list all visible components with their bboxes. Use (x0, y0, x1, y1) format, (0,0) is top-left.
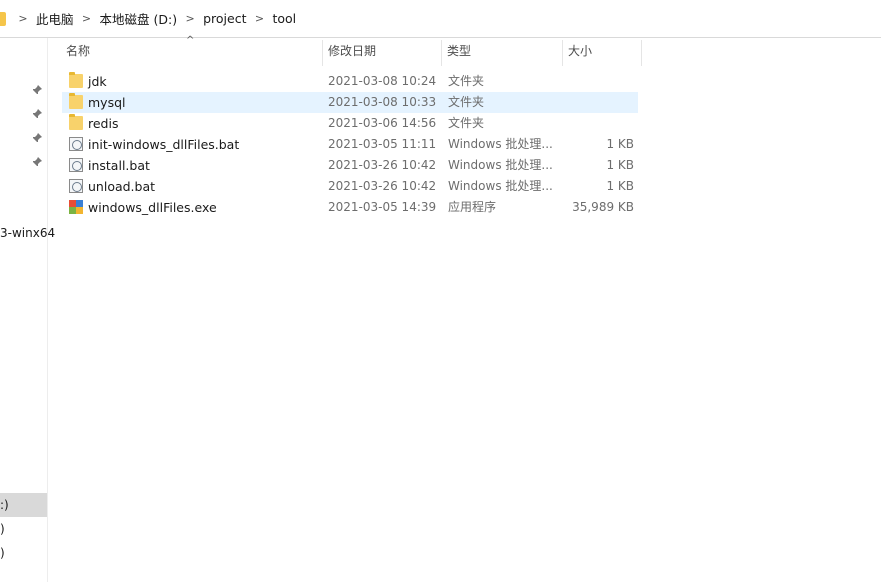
batch-file-icon (69, 179, 83, 193)
file-size: 1 KB (606, 179, 634, 193)
file-name: install.bat (88, 158, 150, 173)
file-list: jdk 2021-03-08 10:24 文件夹 mysql 2021-03-0… (62, 71, 642, 218)
chevron-right-icon[interactable]: > (185, 12, 195, 25)
file-name: jdk (88, 74, 107, 89)
file-row[interactable]: unload.bat 2021-03-26 10:42 Windows 批处理.… (62, 176, 638, 197)
folder-icon (69, 114, 83, 130)
column-header-date[interactable]: 修改日期 (323, 38, 441, 65)
nav-item-drive[interactable]: ) (0, 546, 5, 560)
nav-item-winx64[interactable]: 3-winx64 (0, 226, 55, 240)
breadcrumb-this-pc[interactable]: 此电脑 (33, 7, 77, 30)
batch-file-icon (69, 137, 83, 151)
file-date: 2021-03-06 14:56 (328, 116, 437, 130)
chevron-right-icon[interactable]: > (82, 12, 92, 25)
file-row[interactable]: windows_dllFiles.exe 2021-03-05 14:39 应用… (62, 197, 638, 218)
breadcrumb-local-disk[interactable]: 本地磁盘 (D:) (97, 7, 181, 30)
breadcrumb-project[interactable]: project (200, 9, 249, 28)
file-size: 35,989 KB (572, 200, 634, 214)
file-date: 2021-03-26 10:42 (328, 158, 437, 172)
folder-icon (0, 11, 6, 26)
pin-icon[interactable] (31, 108, 43, 120)
folder-icon (69, 72, 83, 88)
chevron-right-icon[interactable]: > (254, 12, 264, 25)
breadcrumb-tool[interactable]: tool (269, 9, 299, 28)
file-type: 文件夹 (448, 116, 485, 130)
file-type: 应用程序 (448, 200, 497, 214)
file-type: Windows 批处理... (448, 179, 553, 193)
exe-file-icon (69, 200, 83, 214)
address-bar[interactable]: > 此电脑 > 本地磁盘 (D:) > project > tool (0, 0, 881, 38)
column-headers: ^ 名称 修改日期 类型 大小 (49, 35, 649, 66)
column-divider[interactable] (641, 40, 642, 66)
file-size: 1 KB (606, 158, 634, 172)
file-name: windows_dllFiles.exe (88, 200, 217, 215)
file-name: init-windows_dllFiles.bat (88, 137, 240, 152)
file-size: 1 KB (606, 137, 634, 151)
file-row[interactable]: init-windows_dllFiles.bat 2021-03-05 11:… (62, 134, 638, 155)
file-type: Windows 批处理... (448, 137, 553, 151)
file-type: 文件夹 (448, 74, 485, 88)
column-header-name[interactable]: 名称 (61, 38, 321, 65)
file-name: mysql (88, 95, 126, 110)
batch-file-icon (69, 158, 83, 172)
file-type: Windows 批处理... (448, 158, 553, 172)
nav-item-drive[interactable]: ) (0, 522, 5, 536)
file-row[interactable]: install.bat 2021-03-26 10:42 Windows 批处理… (62, 155, 638, 176)
file-type: 文件夹 (448, 95, 485, 109)
column-header-size[interactable]: 大小 (563, 38, 641, 65)
file-name: redis (88, 116, 119, 131)
navigation-pane[interactable]: 3-winx64 :) ) ) (0, 38, 55, 582)
chevron-right-icon[interactable]: > (18, 12, 28, 25)
file-date: 2021-03-08 10:33 (328, 95, 437, 109)
pin-icon[interactable] (31, 132, 43, 144)
file-row[interactable]: redis 2021-03-06 14:56 文件夹 (62, 113, 638, 134)
column-header-type[interactable]: 类型 (442, 38, 562, 65)
pin-icon[interactable] (31, 156, 43, 168)
pin-icon[interactable] (31, 84, 43, 96)
nav-item-drive[interactable]: :) (0, 498, 9, 512)
file-date: 2021-03-08 10:24 (328, 74, 437, 88)
file-row[interactable]: jdk 2021-03-08 10:24 文件夹 (62, 71, 638, 92)
file-date: 2021-03-05 14:39 (328, 200, 437, 214)
file-date: 2021-03-26 10:42 (328, 179, 437, 193)
file-row-selected[interactable]: mysql 2021-03-08 10:33 文件夹 (62, 92, 638, 113)
file-name: unload.bat (88, 179, 156, 194)
folder-icon (69, 93, 83, 109)
file-date: 2021-03-05 11:11 (328, 137, 437, 151)
